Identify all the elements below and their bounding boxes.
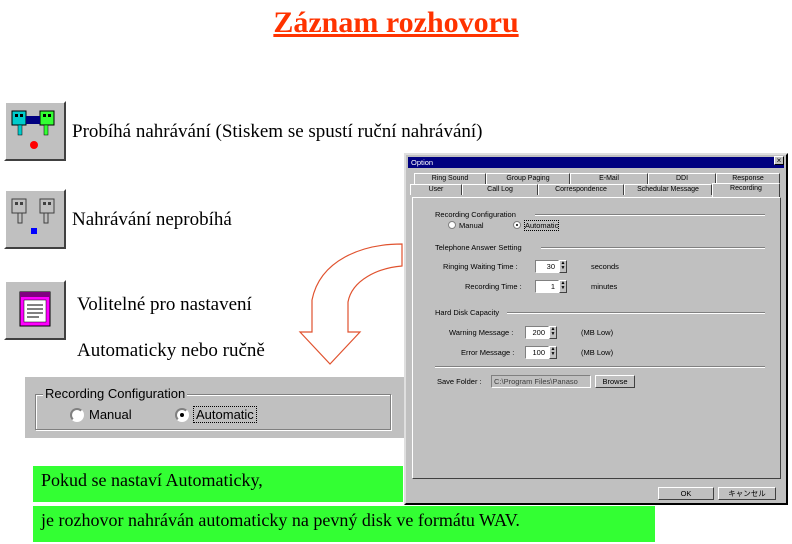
manual-radio-label: Manual bbox=[89, 407, 132, 422]
recording-inactive-label: Nahrávání neprobíhá bbox=[72, 209, 232, 230]
close-icon[interactable]: × bbox=[774, 156, 784, 165]
tab-user[interactable]: User bbox=[410, 184, 462, 195]
tab-call-log[interactable]: Call Log bbox=[462, 184, 538, 195]
recording-time-input[interactable]: 1 bbox=[535, 280, 559, 293]
recording-tab-panel: Recording Configuration Manual Automatic… bbox=[412, 197, 781, 479]
ok-button[interactable]: OK bbox=[658, 487, 714, 500]
recording-config-heading: Recording Configuration bbox=[435, 210, 516, 219]
dialog-title: Option bbox=[408, 157, 784, 168]
ringing-time-unit: seconds bbox=[591, 262, 619, 271]
dialog-manual-label: Manual bbox=[459, 221, 484, 230]
recording-active-label: Probíhá nahrávání (Stiskem se spustí ruč… bbox=[72, 121, 483, 142]
note-line-2: je rozhovor nahráván automaticky na pevn… bbox=[33, 506, 655, 542]
disk-heading: Hard Disk Capacity bbox=[435, 308, 500, 317]
recording-inactive-icon[interactable] bbox=[4, 189, 66, 249]
recording-config-zoom: Recording Configuration Manual Automatic bbox=[25, 377, 404, 438]
divider bbox=[435, 366, 765, 368]
warning-label: Warning Message : bbox=[449, 328, 514, 337]
divider bbox=[541, 247, 765, 249]
option-dialog: Option × Ring Sound Group Paging E-Mail … bbox=[404, 153, 788, 505]
tab-schedular-message[interactable]: Schedular Message bbox=[624, 184, 712, 195]
tab-group-paging[interactable]: Group Paging bbox=[486, 173, 570, 184]
error-spinner[interactable]: ▲ ▼ bbox=[549, 346, 557, 359]
warning-input[interactable]: 200 bbox=[525, 326, 549, 339]
recording-config-legend: Recording Configuration bbox=[43, 386, 188, 401]
automatic-radio-label: Automatic bbox=[193, 406, 257, 423]
tab-ddi[interactable]: DDI bbox=[648, 173, 716, 184]
ringing-time-label: Ringing Waiting Time : bbox=[443, 262, 518, 271]
note-line-1: Pokud se nastaví Automaticky, bbox=[33, 466, 403, 502]
divider bbox=[535, 214, 765, 216]
tab-recording[interactable]: Recording bbox=[712, 183, 780, 197]
settings-dialog-icon[interactable] bbox=[4, 280, 66, 340]
save-folder-label: Save Folder : bbox=[437, 377, 482, 386]
page-title: Záznam rozhovoru bbox=[273, 6, 519, 39]
dialog-automatic-radio[interactable] bbox=[513, 221, 521, 229]
ringing-time-input[interactable]: 30 bbox=[535, 260, 559, 273]
error-label: Error Message : bbox=[461, 348, 515, 357]
browse-button[interactable]: Browse bbox=[595, 375, 635, 388]
tab-email[interactable]: E-Mail bbox=[570, 173, 648, 184]
error-unit: (MB Low) bbox=[581, 348, 614, 357]
recording-time-spinner[interactable]: ▲ ▼ bbox=[559, 280, 567, 293]
divider bbox=[507, 312, 765, 314]
ringing-time-spinner[interactable]: ▲ ▼ bbox=[559, 260, 567, 273]
dialog-automatic-label: Automatic bbox=[524, 220, 560, 231]
cancel-button[interactable]: キャンセル bbox=[718, 487, 776, 500]
manual-radio[interactable] bbox=[70, 408, 84, 422]
warning-spinner[interactable]: ▲ ▼ bbox=[549, 326, 557, 339]
settings-label: Volitelné pro nastavení bbox=[77, 294, 252, 315]
automatic-radio[interactable] bbox=[175, 408, 189, 422]
dialog-manual-radio[interactable] bbox=[448, 221, 456, 229]
recording-time-label: Recording Time : bbox=[465, 282, 522, 291]
curved-arrow-icon bbox=[298, 243, 403, 365]
config-note: Automaticky nebo ručně bbox=[77, 340, 265, 361]
save-folder-input[interactable]: C:\Program Files\Panaso bbox=[491, 375, 591, 388]
error-input[interactable]: 100 bbox=[525, 346, 549, 359]
telephone-heading: Telephone Answer Setting bbox=[435, 243, 522, 252]
tab-ring-sound[interactable]: Ring Sound bbox=[414, 173, 486, 184]
warning-unit: (MB Low) bbox=[581, 328, 614, 337]
recording-active-icon[interactable] bbox=[4, 101, 66, 161]
tab-correspondence[interactable]: Correspondence bbox=[538, 184, 624, 195]
recording-time-unit: minutes bbox=[591, 282, 618, 291]
